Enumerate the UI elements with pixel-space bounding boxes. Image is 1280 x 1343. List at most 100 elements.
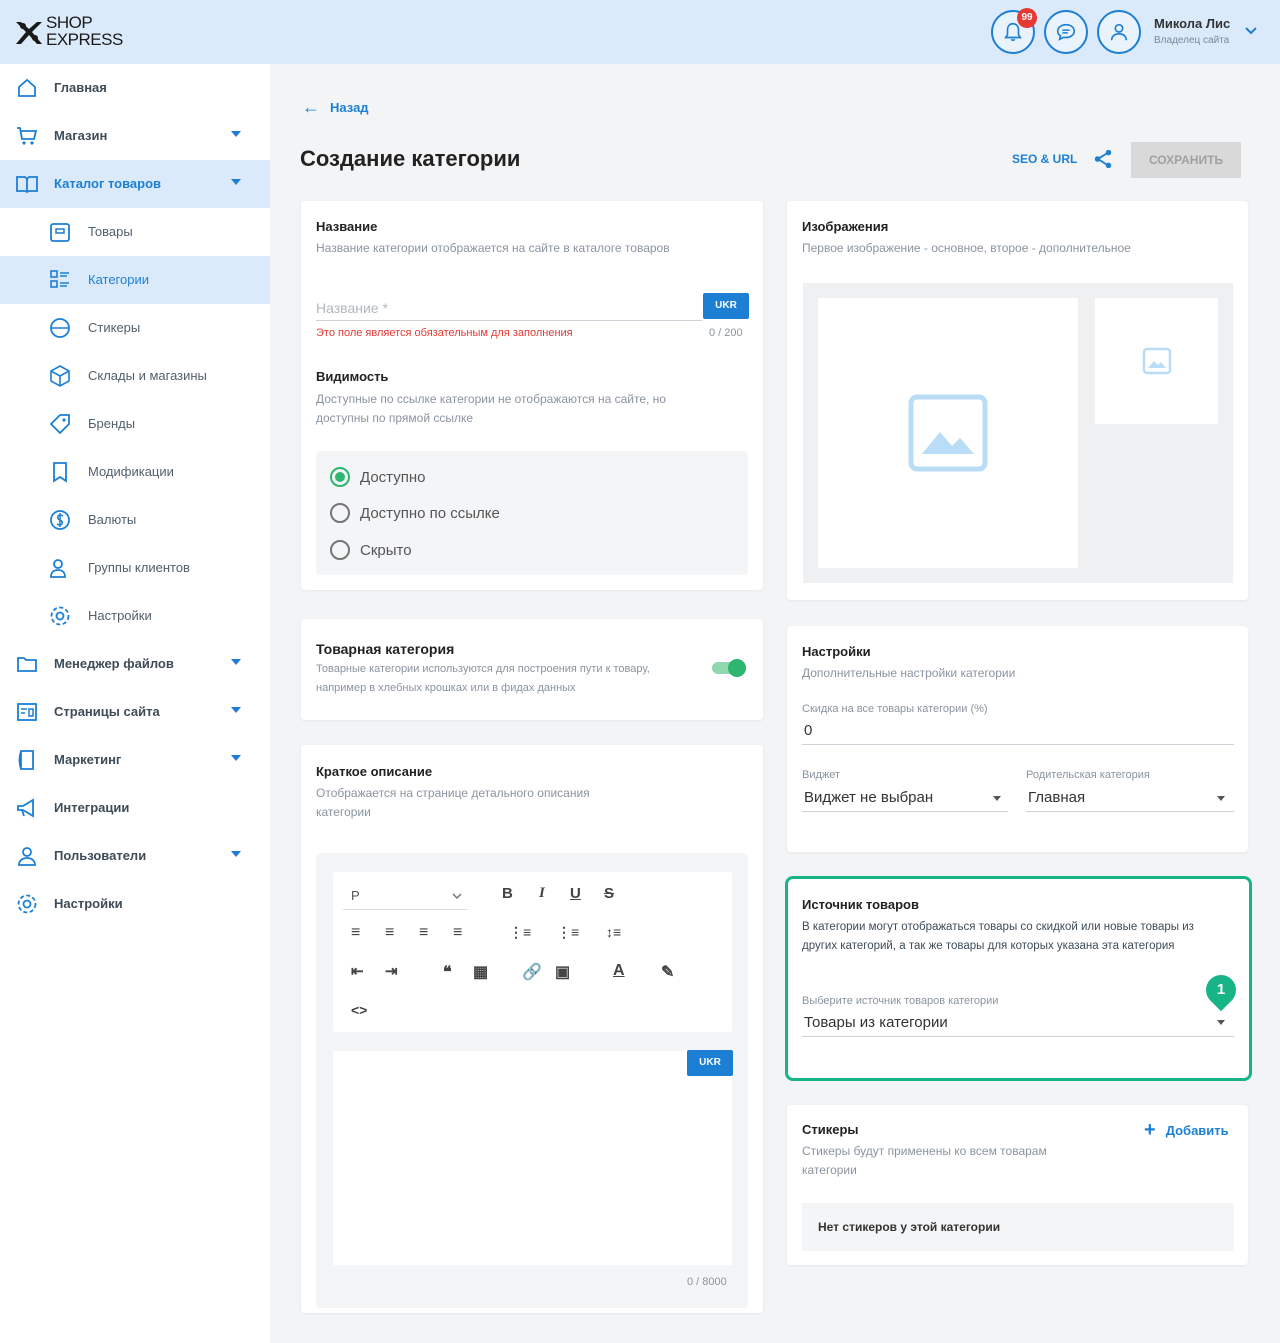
visibility-option-hidden[interactable]: Скрыто (330, 540, 412, 560)
bold-icon[interactable]: B (502, 885, 513, 902)
visibility-subtitle: Доступные по ссылке категории не отображ… (316, 392, 666, 425)
tag-icon (49, 414, 70, 435)
chevron-down-icon (231, 755, 241, 761)
widget-select[interactable]: Виджет не выбран (804, 789, 933, 806)
visibility-option-available[interactable]: Доступно (330, 467, 425, 487)
stickers-empty-message: Нет стикеров у этой категории (802, 1203, 1234, 1251)
sidebar-item-currencies[interactable]: Валюты (0, 496, 270, 544)
sidebar-item-brands[interactable]: Бренды (0, 400, 270, 448)
name-input[interactable]: Название * (316, 300, 388, 316)
product-source-description: В категории могут отображаться товары со… (802, 921, 1194, 952)
visibility-option-link[interactable]: Доступно по ссылке (330, 503, 500, 523)
language-button[interactable]: UKR (703, 293, 749, 319)
share-icon[interactable] (1092, 148, 1114, 170)
indent-icon[interactable]: ⇥ (385, 962, 398, 980)
sidebar-item-warehouses[interactable]: Склады и магазины (0, 352, 270, 400)
sidebar-item-label: Маркетинг (54, 752, 122, 767)
save-button[interactable]: СОХРАНИТЬ (1131, 142, 1241, 178)
pages-icon (17, 703, 37, 721)
logo-icon (16, 22, 42, 44)
sidebar-item-home[interactable]: Главная (0, 64, 270, 112)
top-header: SHOP EXPRESS 99 Микола Лис Владелец сайт… (0, 0, 1280, 64)
text-color-icon[interactable]: A (613, 962, 625, 980)
align-right-icon[interactable]: ≡ (419, 924, 428, 942)
numbered-list-icon[interactable]: ⋮≡ (557, 924, 579, 941)
image-insert-icon[interactable]: ▣ (555, 962, 570, 982)
line-height-icon[interactable]: ↕≡ (606, 924, 621, 940)
back-link[interactable]: ← Назад (302, 98, 369, 116)
sidebar-item-integrations[interactable]: Интеграции (0, 784, 270, 832)
strikethrough-icon[interactable]: S (604, 885, 614, 902)
sidebar-item-catalog[interactable]: Каталог товаров (0, 160, 270, 208)
align-left-icon[interactable]: ≡ (351, 924, 360, 942)
seo-url-link[interactable]: SEO & URL (1012, 152, 1077, 166)
underline-icon[interactable]: U (570, 885, 581, 902)
chevron-down-icon (231, 659, 241, 665)
sidebar-item-label: Главная (54, 80, 107, 95)
description-editor[interactable] (333, 1051, 732, 1265)
logo[interactable]: SHOP EXPRESS (12, 14, 123, 52)
link-icon[interactable]: 🔗 (522, 962, 542, 982)
radio-selected-icon (330, 467, 350, 487)
sidebar-item-stickers[interactable]: Стикеры (0, 304, 270, 352)
sidebar-item-settings[interactable]: Настройки (0, 880, 270, 928)
sidebar-item-label: Категории (88, 272, 149, 287)
radio-icon (330, 503, 350, 523)
name-card-title: Название (316, 219, 378, 234)
chevron-down-icon (231, 707, 241, 713)
parent-category-select[interactable]: Главная (1028, 789, 1085, 806)
quote-icon[interactable]: ❝ (443, 962, 452, 982)
italic-icon[interactable]: I (539, 885, 545, 902)
sidebar-item-file-manager[interactable]: Менеджер файлов (0, 640, 270, 688)
sidebar-item-client-groups[interactable]: Группы клиентов (0, 544, 270, 592)
messages-button[interactable] (1044, 10, 1088, 54)
outdent-icon[interactable]: ⇤ (351, 962, 364, 980)
format-select[interactable]: P (343, 882, 468, 910)
chevron-down-icon[interactable] (1244, 24, 1258, 38)
sidebar-item-catalog-settings[interactable]: Настройки (0, 592, 270, 640)
code-view-icon[interactable]: <> (351, 1002, 367, 1018)
cube-icon (50, 365, 70, 387)
sidebar-item-site-pages[interactable]: Страницы сайта (0, 688, 270, 736)
gear-icon (50, 606, 70, 626)
highlight-icon[interactable]: ✎ (661, 962, 674, 982)
images-title: Изображения (802, 219, 889, 234)
align-justify-icon[interactable]: ≡ (453, 924, 462, 942)
sticker-icon (50, 318, 70, 338)
bullet-list-icon[interactable]: ⋮≡ (509, 924, 531, 941)
table-icon[interactable]: ▦ (473, 962, 488, 982)
product-category-toggle[interactable] (712, 659, 746, 677)
product-source-select[interactable]: Товары из категории (804, 1014, 948, 1031)
settings-card (787, 626, 1248, 852)
name-counter: 0 / 200 (709, 327, 743, 339)
sidebar-item-label: Валюты (88, 512, 137, 527)
sidebar-item-categories[interactable]: Категории (0, 256, 270, 304)
discount-underline (802, 744, 1234, 745)
sidebar-item-marketing[interactable]: Маркетинг (0, 736, 270, 784)
secondary-image-slot[interactable] (1095, 298, 1218, 424)
main-image-slot[interactable] (818, 298, 1078, 568)
discount-input[interactable]: 0 (804, 722, 812, 739)
user-name[interactable]: Микола Лис (1154, 16, 1230, 31)
home-icon (18, 78, 36, 97)
sidebar-item-label: Пользователи (54, 848, 147, 863)
editor-language-button[interactable]: UKR (687, 1050, 733, 1076)
sidebar-item-modifications[interactable]: Модификации (0, 448, 270, 496)
sidebar-item-users[interactable]: Пользователи (0, 832, 270, 880)
sidebar-item-label: Настройки (88, 608, 152, 623)
sidebar-item-label: Модификации (88, 464, 174, 479)
name-card-subtitle: Название категории отображается на сайте… (316, 241, 670, 255)
align-center-icon[interactable]: ≡ (385, 924, 394, 942)
sidebar-item-products[interactable]: Товары (0, 208, 270, 256)
notifications-button[interactable]: 99 (991, 8, 1037, 54)
notification-badge: 99 (1017, 8, 1037, 28)
logo-text: SHOP EXPRESS (46, 14, 123, 48)
sidebar-item-shop[interactable]: Магазин (0, 112, 270, 160)
user-icon (1110, 23, 1128, 41)
description-counter: 0 / 8000 (687, 1276, 727, 1288)
parent-category-underline (1026, 811, 1234, 812)
sidebar-item-label: Каталог товаров (54, 176, 162, 191)
dollar-icon (50, 510, 70, 530)
profile-button[interactable] (1097, 10, 1141, 54)
add-sticker-button[interactable]: + Добавить (1144, 1120, 1229, 1140)
